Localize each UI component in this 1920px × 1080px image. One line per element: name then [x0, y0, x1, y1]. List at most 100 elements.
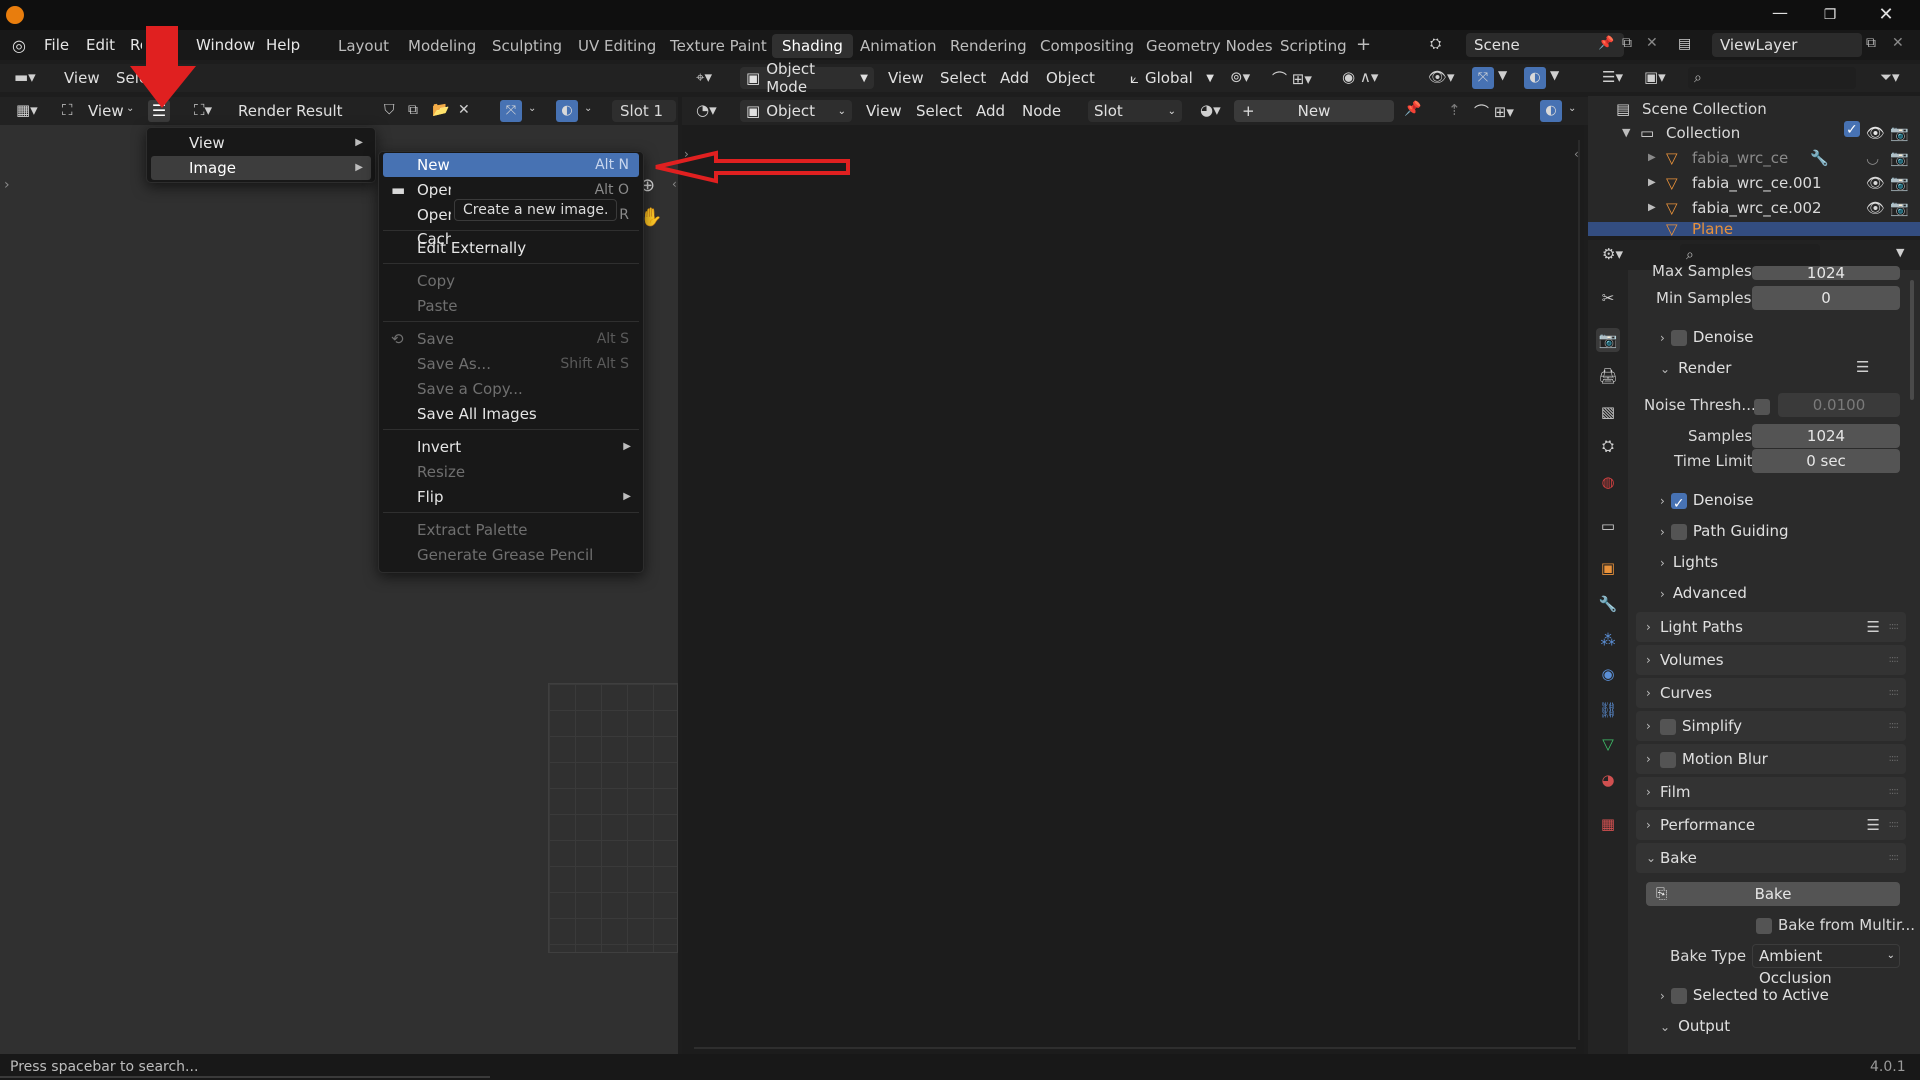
- world-tab-icon[interactable]: ◍: [1596, 470, 1620, 494]
- chevron-down-icon[interactable]: ▼: [1550, 68, 1559, 82]
- collection-checkbox[interactable]: [1844, 118, 1860, 142]
- selected-to-active-checkbox[interactable]: [1670, 987, 1687, 1004]
- motion-blur-panel[interactable]: › Motion Blur::::: [1636, 744, 1906, 774]
- node-editor-canvas[interactable]: › ‹: [682, 125, 1584, 1054]
- drag-handle-icon[interactable]: ::::: [1889, 645, 1900, 675]
- denoise-viewport-subpanel[interactable]: › Denoise: [1660, 323, 1754, 351]
- denoise-render-checkbox[interactable]: [1670, 490, 1687, 518]
- min-samples-field[interactable]: 0: [1752, 286, 1900, 310]
- visibility-icon[interactable]: 👁▾: [1428, 68, 1455, 86]
- menu-item-generate-grease-pencil[interactable]: Generate Grease Pencil: [383, 543, 639, 567]
- drag-handle-icon[interactable]: ::::: [1889, 711, 1900, 741]
- properties-scrollbar[interactable]: [1910, 280, 1914, 400]
- mode-dropdown[interactable]: ▣ Object Mode ▼: [740, 60, 874, 96]
- toolbar-expand-icon[interactable]: ›: [4, 177, 10, 193]
- viewport-view-menu[interactable]: View: [888, 64, 924, 92]
- close-button[interactable]: ✕: [1866, 0, 1906, 30]
- denoise-viewport-checkbox[interactable]: [1670, 329, 1687, 346]
- menu-item-edit-externally[interactable]: Edit Externally: [383, 236, 639, 260]
- presets-list-icon[interactable]: ☰: [1867, 612, 1880, 642]
- bake-from-multires-checkbox[interactable]: [1756, 917, 1772, 934]
- vertical-scrollbar[interactable]: [1578, 140, 1580, 1040]
- tab-geometry-nodes[interactable]: Geometry Nodes: [1136, 34, 1283, 58]
- tab-animation[interactable]: Animation: [850, 34, 946, 58]
- fake-user-icon[interactable]: ⛉: [384, 102, 395, 118]
- camera-icon[interactable]: 📷: [1890, 196, 1909, 220]
- eye-closed-icon[interactable]: ◡: [1866, 146, 1879, 170]
- open-image-icon[interactable]: 📂: [432, 102, 449, 118]
- node-select-menu[interactable]: Select: [916, 97, 962, 125]
- material-browse-icon[interactable]: ◕▾: [1200, 101, 1221, 119]
- pin-icon[interactable]: 📌: [1598, 36, 1614, 51]
- tab-rendering[interactable]: Rendering: [940, 34, 1037, 58]
- restore-button[interactable]: ❐: [1810, 0, 1850, 30]
- noise-threshold-checkbox[interactable]: [1754, 397, 1776, 415]
- texture-tab-icon[interactable]: ▦: [1596, 812, 1620, 836]
- chevron-down-icon[interactable]: ▼: [1622, 121, 1630, 145]
- minimize-button[interactable]: —: [1760, 0, 1800, 30]
- gizmo-toggle-icon[interactable]: ⤧: [1472, 67, 1494, 89]
- outliner-editor-type-icon[interactable]: ☰▾: [1602, 68, 1623, 86]
- bake-from-multires-toggle[interactable]: Bake from Multir...: [1756, 913, 1915, 937]
- node-add-menu[interactable]: Add: [976, 97, 1005, 125]
- new-viewlayer-icon[interactable]: ⧉: [1866, 35, 1876, 51]
- menu-item-resize[interactable]: Resize: [383, 460, 639, 484]
- chevron-down-icon[interactable]: ▼: [1498, 68, 1507, 82]
- material-slot-dropdown[interactable]: Slot ⌄: [1088, 100, 1182, 122]
- overlay-toggle-icon[interactable]: ◐: [1540, 100, 1562, 122]
- node-view-menu[interactable]: View: [866, 97, 902, 125]
- camera-icon[interactable]: 📷: [1890, 146, 1909, 170]
- max-samples-field[interactable]: 1024: [1752, 266, 1900, 280]
- tab-compositing[interactable]: Compositing: [1030, 34, 1144, 58]
- tab-modeling[interactable]: Modeling: [398, 34, 486, 58]
- tab-uv-editing[interactable]: UV Editing: [568, 34, 666, 58]
- proportional-edit-icon[interactable]: ◉ ∧▾: [1342, 68, 1378, 86]
- object-tab-icon[interactable]: ▣: [1596, 556, 1620, 580]
- modifier-tab-icon[interactable]: 🔧: [1596, 592, 1620, 616]
- filter-icon[interactable]: ⏷▾: [1880, 68, 1900, 86]
- presets-list-icon[interactable]: ☰: [1867, 810, 1880, 840]
- new-material-button[interactable]: + New: [1234, 100, 1394, 122]
- image-name-field[interactable]: Render Result: [238, 97, 343, 125]
- menu-item-new[interactable]: New Alt N: [383, 153, 639, 177]
- outliner-search-input[interactable]: ⌕: [1688, 67, 1856, 89]
- image-view-dropdown[interactable]: View: [88, 97, 124, 125]
- drag-handle-icon[interactable]: ::::: [1889, 678, 1900, 708]
- render-tab-icon[interactable]: 📷: [1596, 328, 1620, 352]
- horizontal-scrollbar[interactable]: [694, 1047, 1576, 1049]
- collection-tab-icon[interactable]: ▭: [1596, 514, 1620, 538]
- scene-tab-icon[interactable]: ⛭: [1596, 434, 1620, 458]
- duplicate-image-icon[interactable]: ⧉: [408, 102, 418, 118]
- viewlayer-icon[interactable]: ▤: [1678, 36, 1691, 52]
- unlink-image-icon[interactable]: ✕: [458, 102, 470, 118]
- drag-handle-icon[interactable]: ::::: [1889, 612, 1900, 642]
- chevron-right-icon[interactable]: ▶: [1648, 146, 1656, 170]
- eye-icon[interactable]: 👁: [1866, 171, 1885, 195]
- menu-item-view[interactable]: View ▶: [151, 131, 371, 155]
- snap-icon[interactable]: ⌒ ⊞▾: [1474, 101, 1514, 122]
- add-workspace-icon[interactable]: +: [1356, 34, 1371, 55]
- node-editor-type-icon[interactable]: ◔▾: [696, 101, 717, 119]
- bake-type-dropdown[interactable]: Ambient Occlusion ⌄: [1752, 944, 1900, 987]
- menu-file[interactable]: File: [44, 30, 69, 60]
- shader-type-dropdown[interactable]: ▣ Object ⌄: [740, 100, 852, 122]
- selected-to-active-subpanel[interactable]: › Selected to Active: [1660, 981, 1829, 1009]
- presets-list-icon[interactable]: ☰: [1856, 358, 1869, 376]
- curves-panel[interactable]: › Curves::::: [1636, 678, 1906, 708]
- time-limit-field[interactable]: 0 sec: [1752, 449, 1900, 473]
- top-view-menu[interactable]: View: [64, 64, 100, 92]
- viewport-object-menu[interactable]: Object: [1046, 64, 1095, 92]
- volumes-panel[interactable]: › Volumes::::: [1636, 645, 1906, 675]
- menu-item-image[interactable]: Image ▶: [151, 156, 371, 180]
- scene-icon[interactable]: ⛭: [1430, 36, 1441, 52]
- data-tab-icon[interactable]: ▽: [1596, 732, 1620, 756]
- chevron-down-icon[interactable]: ⌄: [528, 103, 536, 114]
- menu-item-save-as[interactable]: Save As... Shift Alt S: [383, 352, 639, 376]
- outliner-row-object[interactable]: ▶ ▽ fabia_wrc_ce 🔧 ◡ 📷: [1588, 146, 1920, 170]
- properties-editor-type-icon[interactable]: ⚙▾: [1602, 245, 1623, 263]
- viewport-select-menu[interactable]: Select: [940, 64, 986, 92]
- outliner-row-object[interactable]: ▶ ▽ fabia_wrc_ce.002 👁 📷: [1588, 196, 1920, 220]
- menu-item-copy[interactable]: Copy: [383, 269, 639, 293]
- drag-handle-icon[interactable]: ::::: [1889, 810, 1900, 840]
- image-editor-type-icon[interactable]: ▦▾: [16, 101, 38, 119]
